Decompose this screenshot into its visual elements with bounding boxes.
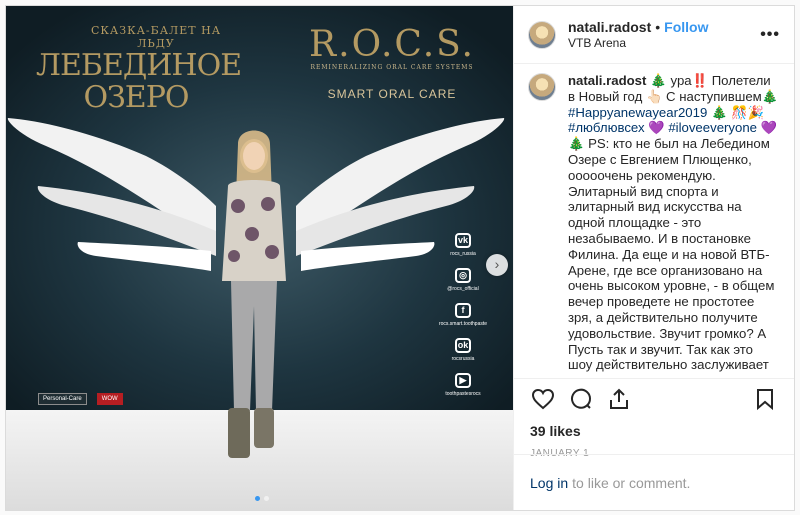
carousel-dot	[264, 496, 269, 501]
post-side-panel: natali.radost • Follow VTB Arena ••• natal…	[513, 6, 794, 510]
chevron-right-icon: ›	[494, 256, 500, 272]
poster-social-vk: vk rocs_russia	[450, 233, 476, 257]
post-header: natali.radost • Follow VTB Arena •••	[514, 6, 794, 64]
login-link[interactable]: Log in	[530, 475, 568, 491]
poster-title-line2: ОЗЕРО	[83, 80, 190, 115]
poster-title: СКАЗКА-БАЛЕТ НА ЛЬДУ ЛЕБЕДИНОЕ ОЗЕРО	[36, 24, 242, 115]
hashtag-link[interactable]: #люблювсех	[568, 120, 645, 135]
login-prompt: Log in to like or comment.	[514, 454, 794, 510]
avatar[interactable]	[528, 20, 556, 49]
youtube-icon: ▶	[455, 373, 471, 388]
carousel-dots	[255, 496, 269, 501]
vk-icon: vk	[455, 233, 471, 248]
likes-count[interactable]: 39 likes	[530, 423, 778, 439]
caption-comment: natali.radost 🎄 ура‼️ Полетели в Новый го…	[528, 73, 780, 376]
avatar[interactable]	[528, 73, 556, 101]
bookmark-icon[interactable]	[752, 386, 778, 412]
rocs-tagline: REMINERALIZING ORAL CARE SYSTEMS	[310, 64, 474, 71]
hashtag-link[interactable]: #iloveeveryone	[668, 120, 757, 135]
carousel-next-button[interactable]: ›	[486, 254, 508, 276]
odnoklassniki-icon: ok	[455, 338, 471, 353]
caption-text: natali.radost 🎄 ура‼️ Полетели в Новый го…	[568, 73, 782, 376]
post-card: СКАЗКА-БАЛЕТ НА ЛЬДУ ЛЕБЕДИНОЕ ОЗЕРО R.O…	[5, 5, 795, 511]
facebook-icon: f	[455, 303, 471, 318]
poster-social-instagram: ◎ @rocs_official	[447, 268, 479, 292]
header-username[interactable]: natali.radost	[568, 19, 651, 35]
action-icons	[530, 379, 778, 419]
more-horizontal-icon[interactable]: •••	[760, 26, 780, 44]
poster-social-facebook: f rocs.smart.toothpaste	[438, 303, 488, 327]
instagram-icon: ◎	[455, 268, 471, 283]
rocs-brand: R.O.C.S.	[309, 24, 475, 65]
rocs-logo: R.O.C.S. REMINERALIZING ORAL CARE SYSTEM…	[302, 24, 482, 102]
poster-social-youtube: ▶ toothpastesrocs	[445, 373, 481, 397]
post-photo[interactable]: СКАЗКА-БАЛЕТ НА ЛЬДУ ЛЕБЕДИНОЕ ОЗЕРО R.O…	[6, 6, 513, 510]
comment-icon[interactable]	[568, 386, 594, 412]
wow-logo: WOW	[96, 393, 123, 405]
login-suffix: to like or comment.	[572, 474, 691, 491]
header-text: natali.radost • Follow VTB Arena	[568, 19, 760, 50]
hashtag-link[interactable]: #Happyanewayear2019	[568, 105, 707, 120]
personal-care-logo: Personal-Care	[38, 393, 87, 405]
poster-social-list: vk rocs_russia ◎ @rocs_official f rocs.s…	[431, 230, 495, 405]
actions-area: 39 likes JANUARY 1	[514, 378, 794, 459]
location-link[interactable]: VTB Arena	[568, 36, 760, 50]
header-separator: •	[655, 19, 661, 35]
poster-title-line1: ЛЕБЕДИНОЕ	[36, 48, 242, 83]
rocs-slogan: SMART ORAL CARE	[327, 87, 457, 101]
carousel-dot-active	[255, 496, 260, 501]
follow-button[interactable]: Follow	[664, 19, 708, 35]
poster-social-ok: ok rocsrussia	[451, 338, 475, 362]
poster-store-logos: Personal-Care WOW	[38, 391, 188, 407]
caption-username[interactable]: natali.radost	[568, 73, 646, 88]
comments-list[interactable]: natali.radost 🎄 ура‼️ Полетели в Новый го…	[514, 65, 794, 376]
heart-icon[interactable]	[530, 386, 556, 412]
share-icon[interactable]	[606, 386, 632, 412]
poster-subtitle: СКАЗКА-БАЛЕТ НА ЛЬДУ	[90, 24, 222, 50]
